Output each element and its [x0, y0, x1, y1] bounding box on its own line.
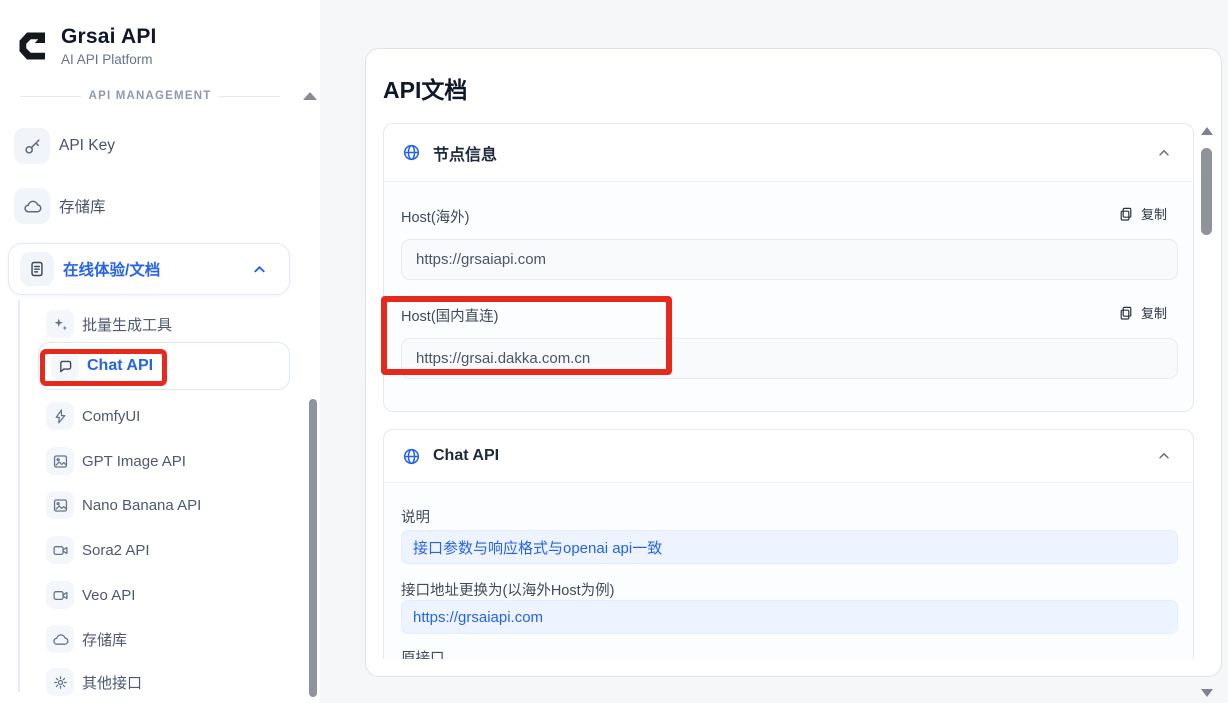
note-value: 接口参数与响应格式与openai api一致	[401, 530, 1178, 564]
document-icon	[20, 252, 54, 286]
sidebar-subitem-sora2-api[interactable]: Sora2 API	[0, 535, 300, 565]
scroll-up-arrow-icon[interactable]	[1201, 127, 1213, 135]
sidebar-subitem-label: ComfyUI	[82, 407, 141, 425]
gear-icon	[46, 668, 74, 696]
cloud-icon	[14, 188, 50, 224]
sidebar-scroll-up-arrow-icon[interactable]	[303, 92, 317, 100]
main-scrollbar-thumb[interactable]	[1201, 148, 1212, 235]
chevron-up-icon	[252, 262, 267, 277]
sidebar-section-header: API MANAGEMENT	[0, 90, 300, 102]
copy-button-label: 复制	[1140, 306, 1167, 321]
endpoint-value: https://grsaiapi.com	[401, 600, 1178, 634]
sidebar-subitem-gpt-image-api[interactable]: GPT Image API	[0, 446, 300, 476]
doc-scroll-area: 节点信息 Host(海外) 复制 https://grsaiapi.com Ho…	[383, 123, 1194, 659]
sidebar-subitem-chat-api[interactable]: Chat API	[38, 342, 290, 390]
copy-icon	[1118, 305, 1134, 321]
copy-icon	[1118, 206, 1134, 222]
image-icon	[46, 447, 74, 475]
video-camera-icon	[46, 581, 74, 609]
sidebar-subitem-storage[interactable]: 存储库	[0, 624, 300, 654]
video-camera-icon	[46, 536, 74, 564]
sidebar-subitem-comfyui[interactable]: ComfyUI	[0, 401, 300, 431]
sidebar-subitem-label: 批量生成工具	[82, 316, 173, 334]
sidebar-subitem-label: Nano Banana API	[82, 496, 202, 514]
cloud-icon	[46, 625, 74, 653]
sidebar: Grsai API AI API Platform API MANAGEMENT…	[0, 0, 320, 703]
sidebar-item-api-key[interactable]: API Key	[0, 126, 300, 166]
grsai-logo-icon	[15, 27, 51, 65]
copy-host-overseas-button[interactable]: 复制	[1118, 204, 1167, 223]
sidebar-subitem-label: 存储库	[82, 631, 128, 649]
brand-subtitle: AI API Platform	[61, 52, 153, 67]
chat-api-section-header[interactable]: Chat API	[384, 430, 1193, 483]
key-icon	[14, 128, 50, 164]
sidebar-subitem-label: GPT Image API	[82, 452, 186, 470]
chevron-up-icon	[1157, 146, 1171, 160]
lightning-icon	[46, 402, 74, 430]
sidebar-item-label: 存储库	[59, 199, 106, 216]
divider	[20, 95, 81, 97]
chat-bubble-icon	[51, 352, 79, 380]
main-scrollbar[interactable]	[1200, 123, 1214, 697]
sparkles-icon	[46, 310, 74, 338]
globe-icon	[402, 447, 421, 466]
sidebar-subitem-label: 其他接口	[82, 674, 143, 692]
sidebar-subitem-other-apis[interactable]: 其他接口	[0, 667, 300, 697]
sidebar-subitem-label: Chat API	[87, 357, 154, 374]
chevron-up-icon	[1157, 449, 1171, 463]
section-header-label: API MANAGEMENT	[88, 90, 212, 102]
sidebar-subitem-label: Veo API	[82, 586, 136, 604]
section-title: Chat API	[433, 447, 500, 464]
host-overseas-label: Host(海外)	[401, 210, 470, 226]
sidebar-item-label: 在线体验/文档	[63, 262, 161, 279]
divider	[219, 95, 281, 97]
sidebar-subitem-veo-api[interactable]: Veo API	[0, 580, 300, 610]
sidebar-subitem-label: Sora2 API	[82, 541, 150, 559]
brand-title: Grsai API	[61, 25, 157, 48]
host-domestic-label: Host(国内直连)	[401, 309, 499, 325]
endpoint-label: 接口地址更换为(以海外Host为例)	[401, 583, 615, 599]
scroll-down-arrow-icon[interactable]	[1201, 689, 1213, 697]
copy-host-domestic-button[interactable]: 复制	[1118, 303, 1167, 322]
sidebar-item-docs-experience[interactable]: 在线体验/文档	[8, 243, 290, 295]
chat-api-section: Chat API 说明 接口参数与响应格式与openai api一致 接口地址更…	[383, 429, 1194, 659]
sidebar-item-storage[interactable]: 存储库	[0, 186, 300, 226]
sidebar-item-label: API Key	[59, 137, 115, 154]
copy-button-label: 复制	[1140, 207, 1167, 222]
brand: Grsai API AI API Platform	[15, 25, 157, 67]
node-info-section: 节点信息 Host(海外) 复制 https://grsaiapi.com Ho…	[383, 123, 1194, 412]
sidebar-subitem-batch-tool[interactable]: 批量生成工具	[0, 309, 300, 339]
section-title: 节点信息	[433, 146, 498, 164]
globe-icon	[402, 143, 421, 162]
note-label: 说明	[401, 510, 430, 526]
host-domestic-value[interactable]: https://grsai.dakka.com.cn	[401, 338, 1178, 379]
sidebar-subitem-nano-banana-api[interactable]: Nano Banana API	[0, 490, 300, 520]
image-icon	[46, 491, 74, 519]
app-root: Grsai API AI API Platform API MANAGEMENT…	[0, 0, 1228, 703]
original-endpoint-label: 原接口	[401, 651, 445, 659]
sidebar-scrollbar-thumb[interactable]	[309, 399, 317, 697]
api-doc-card: API文档 节点信息 Host(海外) 复制 https://grsaiapi.…	[365, 48, 1222, 697]
host-overseas-value[interactable]: https://grsaiapi.com	[401, 239, 1178, 280]
node-info-section-header[interactable]: 节点信息	[384, 124, 1193, 182]
page-title: API文档	[383, 77, 468, 103]
